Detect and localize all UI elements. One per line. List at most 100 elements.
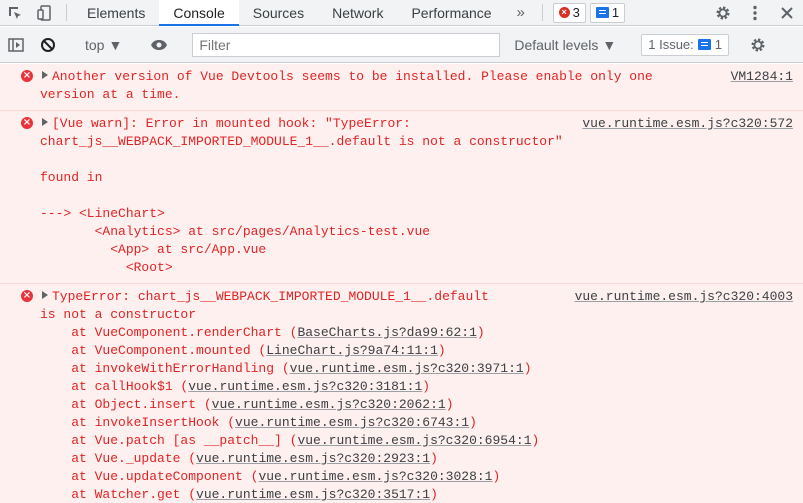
filter-input[interactable] (192, 32, 501, 57)
error-message-text: TypeError: chart_js__WEBPACK_IMPORTED_MO… (52, 289, 489, 304)
component-trace-line: <Analytics> at src/pages/Analytics-test.… (40, 224, 431, 239)
stack-frame-link[interactable]: LineChart.js?9a74:11:1 (266, 343, 438, 358)
stack-frame-link[interactable]: vue.runtime.esm.js?c320:2923:1 (196, 451, 430, 466)
stack-frame-text: at Object.insert ( (40, 397, 212, 412)
tab-elements[interactable]: Elements (73, 0, 159, 25)
inspect-element-icon[interactable] (0, 0, 30, 25)
stack-frame-text: at Vue.updateComponent ( (40, 469, 259, 484)
stack-frame-text: at Watcher.get ( (40, 487, 197, 502)
stack-frame-link[interactable]: vue.runtime.esm.js?c320:3517:1 (196, 487, 430, 502)
log-levels-dropdown[interactable]: Default levels ▼ (508, 37, 622, 53)
stack-frame-close: ) (445, 397, 454, 412)
error-message-text: Another version of Vue Devtools seems to… (52, 69, 653, 84)
stack-trace: at VueComponent.renderChart (BaseCharts.… (40, 324, 793, 503)
clear-console-icon[interactable] (32, 27, 64, 63)
stack-frame: at invokeWithErrorHandling (vue.runtime.… (40, 360, 793, 378)
settings-gear-icon[interactable] (707, 0, 739, 26)
stack-frame-link[interactable]: vue.runtime.esm.js?c320:6954:1 (297, 433, 531, 448)
stack-frame-close: ) (523, 361, 532, 376)
stack-frame-text: at invokeInsertHook ( (40, 415, 236, 430)
chevron-down-icon: ▼ (108, 36, 123, 53)
chevron-down-icon: ▼ (602, 36, 617, 53)
devtools-tab-bar: Elements Console Sources Network Perform… (0, 0, 803, 26)
error-message-line: is not a constructor (40, 307, 197, 322)
stack-frame-text: at callHook$1 ( (40, 379, 189, 394)
device-toolbar-icon[interactable] (30, 0, 60, 25)
stack-frame-close: ) (422, 379, 431, 394)
stack-frame-close: ) (437, 343, 446, 358)
component-trace-line: <Root> (40, 260, 173, 275)
issue-message-icon (697, 39, 711, 50)
stack-frame-text: at Vue._update ( (40, 451, 197, 466)
console-log[interactable]: × VM1284:1 Another version of Vue Devtoo… (0, 64, 803, 503)
source-link[interactable]: VM1284:1 (731, 68, 793, 86)
console-settings-gear-icon[interactable] (742, 27, 774, 63)
stack-frame: at callHook$1 (vue.runtime.esm.js?c320:3… (40, 378, 793, 396)
error-count: 3 (572, 5, 580, 20)
source-link[interactable]: vue.runtime.esm.js?c320:572 (582, 115, 793, 133)
stack-frame: at Watcher.get (vue.runtime.esm.js?c320:… (40, 486, 793, 503)
tab-console[interactable]: Console (159, 0, 240, 26)
expand-arrow-icon[interactable] (42, 71, 48, 79)
stack-frame-link[interactable]: vue.runtime.esm.js?c320:2062:1 (212, 397, 446, 412)
context-label: top (85, 36, 105, 53)
stack-frame: at Vue.updateComponent (vue.runtime.esm.… (40, 468, 793, 486)
issues-button[interactable]: 1 Issue: 1 (641, 33, 729, 56)
stack-frame-text: at VueComponent.mounted ( (40, 343, 267, 358)
error-icon: × (21, 70, 33, 82)
component-trace-line: ---> <LineChart> (40, 206, 165, 221)
error-icon: × (21, 117, 33, 129)
stack-frame-close: ) (469, 415, 477, 430)
error-count-badge[interactable]: × 3 (552, 2, 586, 23)
stack-frame-link[interactable]: vue.runtime.esm.js?c320:3028:1 (258, 469, 492, 484)
divider (541, 4, 543, 21)
console-error-entry[interactable]: × vue.runtime.esm.js?c320:4003 TypeError… (0, 284, 803, 503)
tab-performance[interactable]: Performance (397, 0, 505, 25)
stack-frame: at Vue.patch [as __patch__] (vue.runtime… (40, 432, 793, 450)
expand-arrow-icon[interactable] (42, 118, 48, 126)
error-icon: × (21, 290, 33, 302)
console-error-entry[interactable]: × VM1284:1 Another version of Vue Devtoo… (0, 64, 803, 111)
stack-frame-link[interactable]: BaseCharts.js?da99:62:1 (297, 325, 476, 340)
source-link[interactable]: vue.runtime.esm.js?c320:4003 (575, 288, 793, 306)
more-tabs-button[interactable]: » (506, 0, 536, 25)
stack-frame: at VueComponent.renderChart (BaseCharts.… (40, 324, 793, 342)
stack-frame-close: ) (430, 451, 438, 466)
sidebar-toggle-icon[interactable] (0, 27, 32, 63)
console-toolbar: top ▼ Default levels ▼ 1 Issue: 1 (0, 27, 803, 63)
stack-frame: at Vue._update (vue.runtime.esm.js?c320:… (40, 450, 793, 468)
message-count-badge[interactable]: 1 (589, 2, 626, 23)
stack-frame-text: at invokeWithErrorHandling ( (40, 361, 290, 376)
stack-frame: at Object.insert (vue.runtime.esm.js?c32… (40, 396, 793, 414)
stack-frame-close: ) (476, 325, 485, 340)
stack-frame-link[interactable]: vue.runtime.esm.js?c320:3971:1 (290, 361, 524, 376)
message-count: 1 (611, 5, 620, 20)
stack-frame-link[interactable]: vue.runtime.esm.js?c320:3181:1 (188, 379, 422, 394)
close-icon[interactable] (771, 0, 803, 26)
expand-arrow-icon[interactable] (42, 291, 48, 299)
stack-frame-close: ) (531, 433, 540, 448)
error-message-line: version at a time. (40, 87, 181, 102)
stack-frame-text: at Vue.patch [as __patch__] ( (40, 433, 298, 448)
component-trace-line: <App> at src/App.vue (40, 242, 267, 257)
stack-frame-close: ) (430, 487, 438, 502)
tab-sources[interactable]: Sources (239, 0, 318, 25)
message-icon (595, 7, 609, 18)
issues-count: 1 (714, 37, 722, 52)
context-selector[interactable]: top ▼ (77, 37, 130, 53)
stack-frame-link[interactable]: vue.runtime.esm.js?c320:6743:1 (235, 415, 469, 430)
stack-frame: at invokeInsertHook (vue.runtime.esm.js?… (40, 414, 793, 432)
stack-frame-close: ) (492, 469, 501, 484)
tab-network[interactable]: Network (318, 0, 397, 25)
error-icon: × (558, 7, 570, 18)
stack-frame: at VueComponent.mounted (LineChart.js?9a… (40, 342, 793, 360)
error-message-text: [Vue warn]: Error in mounted hook: "Type… (52, 116, 411, 131)
console-error-entry[interactable]: × vue.runtime.esm.js?c320:572 [Vue warn]… (0, 111, 803, 284)
live-expression-eye-icon[interactable] (143, 27, 175, 63)
divider (66, 4, 67, 21)
issues-label: 1 Issue: (648, 37, 694, 52)
error-message-line: chart_js__WEBPACK_IMPORTED_MODULE_1__.de… (40, 134, 563, 149)
kebab-menu-icon[interactable] (739, 0, 771, 26)
